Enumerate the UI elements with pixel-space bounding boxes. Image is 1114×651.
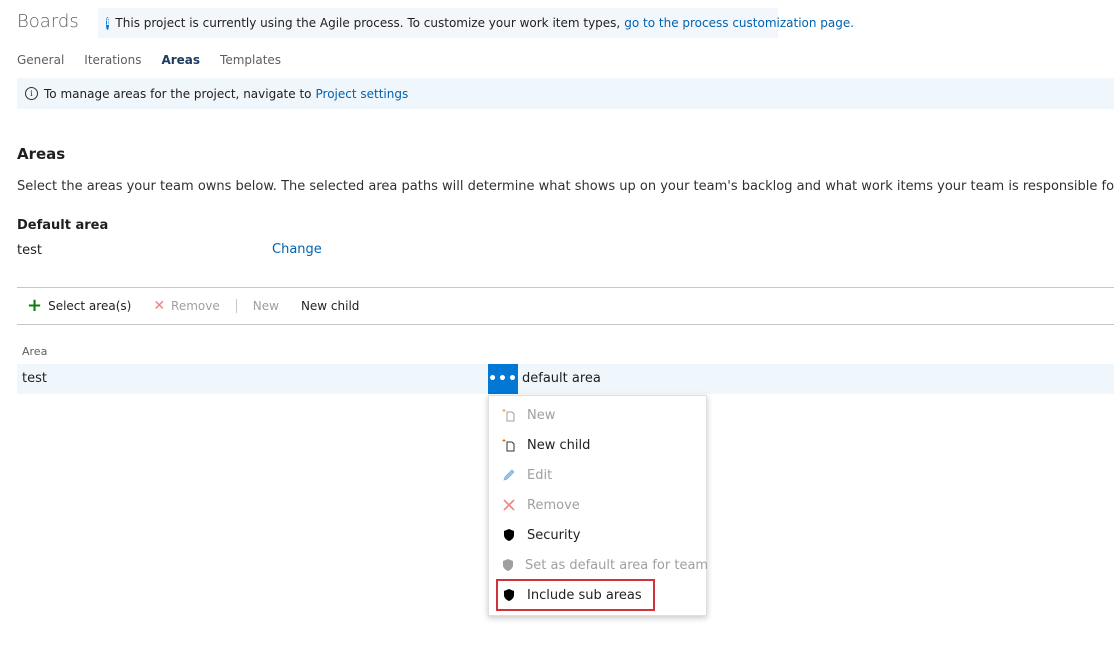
menu-item-label: Remove	[527, 497, 580, 513]
page-title: Boards	[17, 11, 79, 32]
edit-icon	[501, 467, 517, 483]
ellipsis-icon: •••	[488, 371, 518, 387]
menu-item-label: Include sub areas	[527, 587, 642, 603]
manage-banner-text: To manage areas for the project, navigat…	[44, 86, 312, 101]
new-icon	[501, 407, 517, 423]
new-child-button[interactable]: New child	[301, 299, 359, 313]
areas-heading: Areas	[17, 145, 66, 163]
new-label: New	[252, 299, 279, 313]
process-banner-text: This project is currently using the Agil…	[115, 16, 621, 30]
plus-icon: +	[27, 295, 43, 316]
process-customization-link[interactable]: go to the process customization page.	[624, 16, 854, 30]
settings-tabs: General Iterations Areas Templates	[17, 53, 281, 67]
menu-item-set-default[interactable]: Set as default area for team	[489, 550, 709, 580]
default-area-value: test	[17, 243, 42, 258]
info-icon: i	[25, 87, 38, 100]
manage-areas-banner: i To manage areas for the project, navig…	[17, 78, 1114, 109]
remove-label: Remove	[171, 299, 220, 313]
new-button[interactable]: New	[253, 299, 279, 313]
new-child-icon	[501, 437, 517, 453]
close-icon: ✕	[153, 298, 166, 314]
shield-icon	[501, 527, 517, 543]
info-icon: i	[106, 16, 110, 30]
tab-iterations[interactable]: Iterations	[84, 53, 141, 67]
select-areas-button[interactable]: + Select area(s)	[27, 297, 131, 315]
menu-item-security[interactable]: Security	[489, 520, 706, 550]
tab-templates[interactable]: Templates	[220, 53, 281, 67]
shield-icon	[501, 587, 517, 603]
menu-item-label: Edit	[527, 467, 553, 483]
menu-item-label: Security	[527, 527, 581, 543]
menu-item-remove[interactable]: Remove	[489, 490, 706, 520]
default-area-tag: default area	[522, 371, 601, 386]
menu-item-new-child[interactable]: New child	[489, 430, 706, 460]
process-info-banner: i This project is currently using the Ag…	[98, 8, 854, 38]
menu-item-new[interactable]: New	[489, 400, 706, 430]
remove-icon	[501, 497, 517, 513]
tab-areas[interactable]: Areas	[161, 53, 200, 67]
new-child-label: New child	[300, 299, 360, 313]
areas-description: Select the areas your team owns below. T…	[17, 179, 1114, 194]
remove-button[interactable]: ✕ Remove	[153, 299, 219, 313]
change-default-area-link[interactable]: Change	[272, 242, 322, 257]
menu-item-label: New child	[527, 437, 591, 453]
areas-toolbar: + Select area(s) ✕ Remove New New child	[17, 287, 1114, 325]
menu-item-include-sub-areas[interactable]: Include sub areas	[489, 580, 706, 610]
menu-item-label: New	[527, 407, 556, 423]
menu-item-edit[interactable]: Edit	[489, 460, 706, 490]
toolbar-divider	[235, 299, 237, 313]
more-actions-button[interactable]: •••	[488, 364, 518, 394]
tab-general[interactable]: General	[17, 53, 64, 67]
menu-item-label: Set as default area for team	[525, 557, 709, 573]
default-area-label: Default area	[17, 218, 109, 233]
table-row[interactable]: test ••• default area	[17, 364, 1114, 394]
select-areas-label: Select area(s)	[48, 299, 132, 313]
area-column-header: Area	[22, 345, 48, 358]
project-settings-link[interactable]: Project settings	[316, 87, 409, 101]
shield-icon	[501, 557, 515, 573]
context-menu: New New child Edit Remove Security Set a…	[488, 395, 709, 616]
area-name: test	[22, 371, 47, 386]
